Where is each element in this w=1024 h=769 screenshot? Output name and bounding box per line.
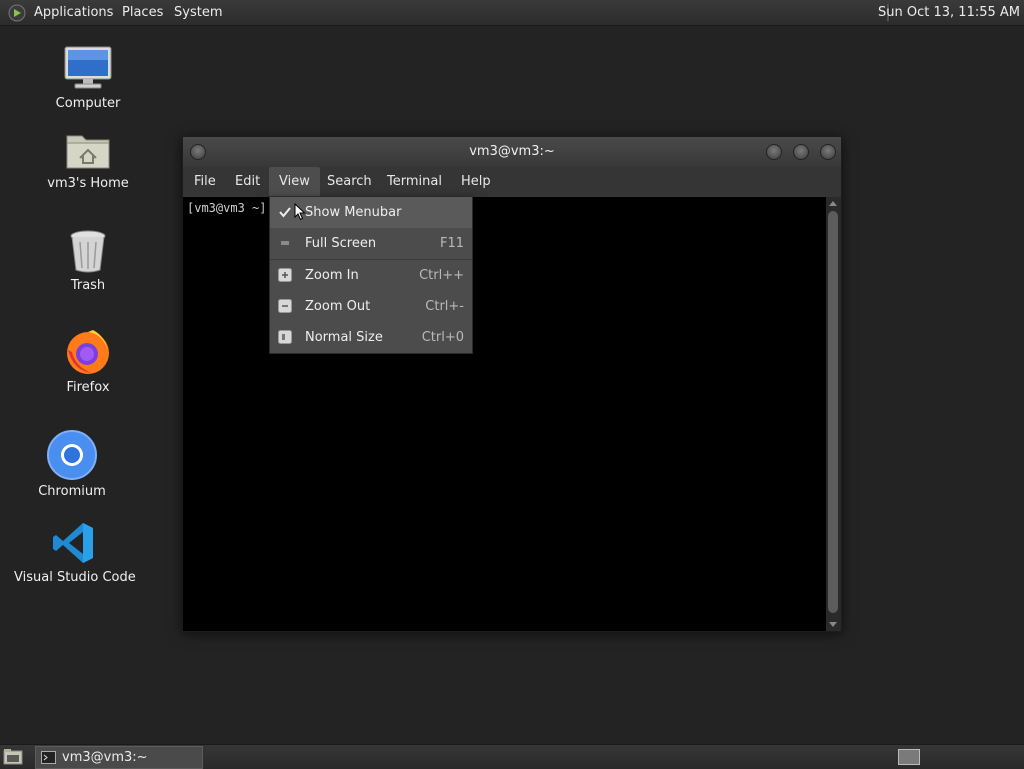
normal-size-icon bbox=[278, 330, 292, 344]
menu-terminal[interactable]: Terminal bbox=[377, 167, 452, 197]
desktop-icon-home[interactable]: vm3's Home bbox=[40, 128, 136, 191]
menu-item-label: Zoom In bbox=[305, 268, 359, 283]
desktop-icon-firefox[interactable]: Firefox bbox=[48, 326, 128, 395]
taskbar-window-button[interactable]: vm3@vm3:~ bbox=[35, 746, 203, 769]
vscode-icon bbox=[53, 523, 93, 563]
scroll-up-arrow-icon[interactable] bbox=[829, 201, 837, 206]
taskbar-window-label: vm3@vm3:~ bbox=[62, 750, 148, 765]
menu-item-normal-size[interactable]: Normal Size Ctrl+0 bbox=[270, 322, 472, 353]
menu-item-shortcut: Ctrl+- bbox=[425, 299, 464, 314]
desktop-icon-label: Visual Studio Code bbox=[14, 570, 136, 585]
menu-search[interactable]: Search bbox=[317, 167, 382, 197]
computer-icon bbox=[64, 46, 112, 89]
menu-item-shortcut: Ctrl+0 bbox=[421, 330, 464, 345]
window-menubar: File Edit View Search Terminal Help bbox=[183, 167, 841, 197]
menu-item-shortcut: F11 bbox=[439, 236, 464, 251]
menu-file[interactable]: File bbox=[184, 167, 226, 197]
terminal-scrollbar[interactable] bbox=[826, 197, 841, 631]
menu-edit[interactable]: Edit bbox=[225, 167, 270, 197]
desktop-icon-label: Firefox bbox=[66, 380, 110, 395]
desktop-icon-vscode[interactable]: Visual Studio Code bbox=[14, 520, 136, 585]
window-title: vm3@vm3:~ bbox=[469, 144, 555, 159]
fullscreen-icon bbox=[281, 241, 289, 245]
desktop-icon-label: Computer bbox=[55, 96, 121, 111]
zoom-in-icon bbox=[278, 268, 292, 282]
window-titlebar[interactable]: vm3@vm3:~ bbox=[183, 137, 841, 167]
menu-help[interactable]: Help bbox=[451, 167, 501, 197]
menu-item-full-screen[interactable]: Full Screen F11 bbox=[270, 228, 472, 259]
window-menu-button[interactable] bbox=[190, 144, 206, 160]
scrollbar-thumb[interactable] bbox=[828, 211, 838, 613]
desktop-icon-label: Trash bbox=[70, 278, 106, 293]
clock[interactable]: Sun Oct 13, 11:55 AM bbox=[878, 0, 1020, 25]
desktop-icon-label: Chromium bbox=[38, 484, 106, 499]
firefox-icon bbox=[67, 330, 109, 374]
desktop-icon-trash[interactable]: Trash bbox=[48, 228, 128, 293]
chromium-icon bbox=[47, 430, 97, 480]
mouse-cursor-icon bbox=[294, 203, 306, 221]
menu-item-shortcut: Ctrl++ bbox=[419, 268, 464, 283]
applications-menu-icon[interactable] bbox=[8, 4, 26, 22]
menu-item-zoom-in[interactable]: Zoom In Ctrl++ bbox=[270, 260, 472, 291]
menu-item-label: Normal Size bbox=[305, 330, 383, 345]
menu-item-zoom-out[interactable]: Zoom Out Ctrl+- bbox=[270, 291, 472, 322]
trash-icon bbox=[70, 230, 106, 273]
applications-menu[interactable]: Applications bbox=[34, 0, 113, 25]
system-menu[interactable]: System bbox=[174, 0, 222, 25]
top-panel: Applications Places System Sun Oct 13, 1… bbox=[0, 0, 1024, 26]
checkmark-icon bbox=[279, 207, 291, 218]
terminal-icon bbox=[41, 751, 56, 764]
desktop-icon-label: vm3's Home bbox=[47, 176, 129, 191]
scroll-down-arrow-icon[interactable] bbox=[829, 622, 837, 627]
desktop-icon-chromium[interactable]: Chromium bbox=[32, 430, 112, 499]
maximize-button[interactable] bbox=[793, 144, 809, 160]
menu-item-label: Full Screen bbox=[305, 236, 377, 251]
menu-item-label: Show Menubar bbox=[305, 205, 402, 220]
minimize-button[interactable] bbox=[766, 144, 782, 160]
places-menu[interactable]: Places bbox=[122, 0, 163, 25]
close-button[interactable] bbox=[820, 144, 836, 160]
home-folder-icon bbox=[66, 135, 110, 169]
show-desktop-icon[interactable] bbox=[3, 748, 23, 765]
workspace-switcher-icon[interactable] bbox=[898, 749, 920, 765]
zoom-out-icon bbox=[278, 299, 292, 313]
desktop-icon-computer[interactable]: Computer bbox=[48, 44, 128, 111]
menu-item-label: Zoom Out bbox=[305, 299, 371, 314]
bottom-panel: vm3@vm3:~ bbox=[0, 744, 1024, 769]
menu-view[interactable]: View bbox=[269, 167, 320, 197]
shell-prompt: [vm3@vm3 ~] bbox=[187, 201, 267, 215]
